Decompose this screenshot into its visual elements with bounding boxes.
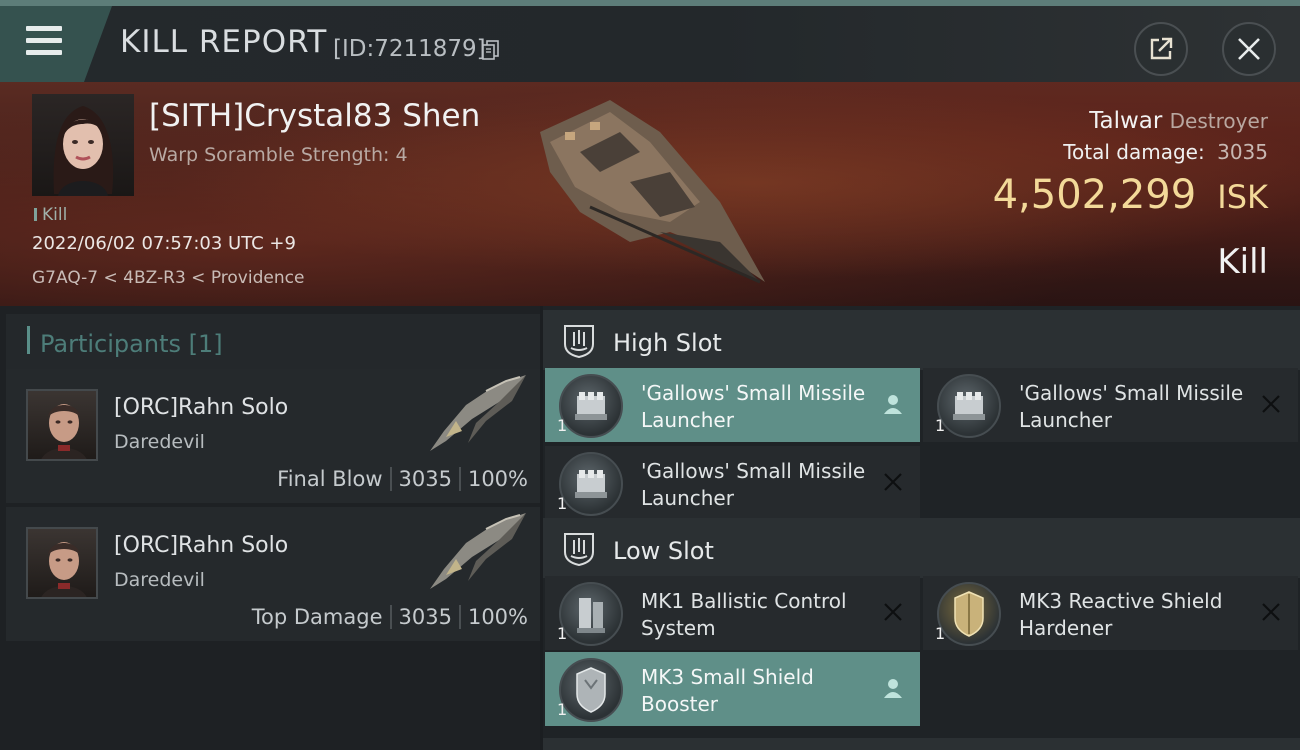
module-quantity: 1 [557, 624, 568, 643]
victim-ship-image[interactable] [520, 92, 780, 292]
low-slot-header: Low Slot [543, 518, 1300, 578]
isk-value: 4,502,299 ISK [993, 172, 1268, 218]
participants-header[interactable]: Participants [1] [6, 314, 540, 370]
total-damage-label: Total damage: [1063, 140, 1205, 164]
location-path[interactable]: G7AQ-7 < 4BZ-R3 < Providence [32, 268, 304, 288]
total-damage: Total damage: 3035 [1063, 140, 1268, 164]
participant-ship: Daredevil [114, 431, 205, 453]
module-item[interactable]: 1 MK3 Reactive Shield Hardener [923, 576, 1298, 650]
page-title: KILL REPORT [120, 24, 328, 60]
close-icon [1238, 38, 1260, 60]
high-slot-label: High Slot [613, 329, 722, 357]
participant-role: Final Blow [277, 467, 383, 491]
ship-class: Destroyer [1169, 109, 1268, 133]
module-item[interactable]: 1 'Gallows' Small Missile Launcher [545, 446, 920, 520]
victim-name[interactable]: [SITH]Crystal83 Shen [149, 98, 480, 134]
missile-launcher-icon [937, 374, 1001, 438]
shield-booster-icon [559, 658, 623, 722]
participant-card[interactable]: [ORC]Rahn Solo Daredevil Top Damage 3035 1… [6, 507, 540, 641]
menu-button[interactable] [0, 6, 112, 82]
ship-name: Talwar [1089, 108, 1163, 134]
participant-avatar[interactable] [26, 527, 98, 599]
participant-percent: 100% [467, 467, 528, 491]
participant-damage: 3035 [398, 467, 452, 491]
victim-ship[interactable]: Talwar Destroyer [1089, 108, 1268, 134]
participants-panel: Participants [1] [ORC]Rahn Solo Daredevi… [0, 306, 540, 750]
module-item[interactable]: 1 MK3 Small Shield Booster [545, 652, 920, 726]
copy-icon[interactable] [482, 40, 500, 60]
kill-tag-label: Kill [42, 205, 68, 225]
participant-name: [ORC]Rahn Solo [114, 395, 289, 420]
destroyed-x-icon [884, 473, 902, 491]
destroyed-x-icon [1262, 603, 1280, 621]
mid-slot-header [543, 738, 1300, 750]
module-quantity: 1 [557, 494, 568, 513]
victim-avatar[interactable] [32, 94, 134, 196]
participant-stats: Top Damage 3035 100% [252, 605, 528, 629]
participant-ship-image [430, 375, 526, 451]
destroyed-x-icon [884, 603, 902, 621]
top-bar: KILL REPORT [ID:7211879] [0, 0, 1300, 82]
module-item[interactable]: 1 'Gallows' Small Missile Launcher [545, 368, 920, 442]
close-button[interactable] [1222, 22, 1276, 76]
destroyed-x-icon [1262, 395, 1280, 413]
high-slot-icon [564, 325, 594, 358]
pilot-icon[interactable] [882, 392, 904, 416]
missile-launcher-icon [559, 452, 623, 516]
participant-ship: Daredevil [114, 569, 205, 591]
module-quantity: 1 [557, 700, 568, 719]
share-icon [1150, 37, 1173, 60]
fitting-panel: High Slot 1 'Gallows' Small Missile Laun… [543, 306, 1300, 750]
module-quantity: 1 [557, 416, 568, 435]
module-name: MK1 Ballistic Control System [641, 589, 847, 640]
victim-subtitle: Warp Soramble Strength: 4 [149, 144, 408, 166]
missile-launcher-icon [559, 374, 623, 438]
low-slot-icon [564, 533, 594, 566]
module-item[interactable]: 1 'Gallows' Small Missile Launcher [923, 368, 1298, 442]
low-slot-label: Low Slot [613, 537, 714, 565]
kill-tag: Kill [34, 205, 67, 225]
isk-amount: 4,502,299 [992, 172, 1197, 218]
menu-icon [26, 26, 62, 56]
shield-hardener-icon [937, 582, 1001, 646]
share-button[interactable] [1134, 22, 1188, 76]
total-damage-value: 3035 [1217, 140, 1268, 164]
participant-card[interactable]: [ORC]Rahn Solo Daredevil Final Blow 3035 1… [6, 369, 540, 503]
module-quantity: 1 [935, 416, 946, 435]
result-label: Kill [1217, 242, 1268, 282]
module-name: 'Gallows' Small Missile Launcher [1019, 381, 1244, 432]
module-quantity: 1 [935, 624, 946, 643]
isk-unit: ISK [1217, 178, 1268, 216]
victim-banner: [SITH]Crystal83 Shen Warp Soramble Stren… [0, 82, 1300, 306]
module-name: MK3 Small Shield Booster [641, 665, 814, 716]
kill-id: [ID:7211879] [333, 36, 486, 62]
participants-label: Participants [1] [40, 330, 223, 358]
module-item[interactable]: 1 MK1 Ballistic Control System [545, 576, 920, 650]
participant-ship-image [430, 513, 526, 589]
high-slot-header: High Slot [543, 310, 1300, 370]
participant-avatar[interactable] [26, 389, 98, 461]
participant-damage: 3035 [398, 605, 452, 629]
participant-stats: Final Blow 3035 100% [277, 467, 528, 491]
module-name: 'Gallows' Small Missile Launcher [641, 459, 866, 510]
participant-name: [ORC]Rahn Solo [114, 533, 289, 558]
pilot-icon[interactable] [882, 676, 904, 700]
module-name: MK3 Reactive Shield Hardener [1019, 589, 1223, 640]
participant-percent: 100% [467, 605, 528, 629]
ballistic-control-icon [559, 582, 623, 646]
module-name: 'Gallows' Small Missile Launcher [641, 381, 866, 432]
participant-role: Top Damage [251, 605, 383, 629]
kill-time: 2022/06/02 07:57:03 UTC +9 [32, 233, 296, 254]
